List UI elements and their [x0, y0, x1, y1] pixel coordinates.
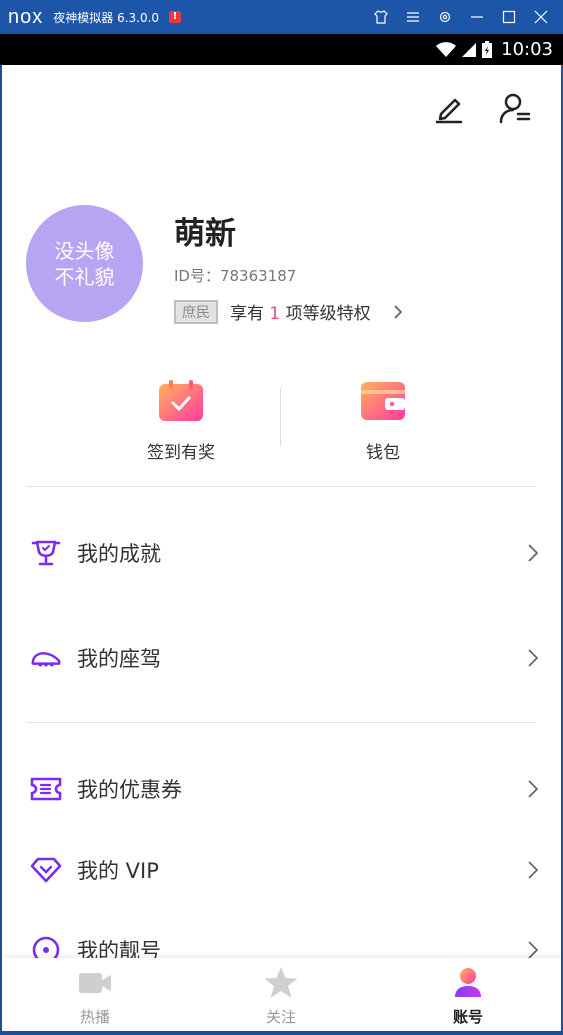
nav-hot-label: 热播: [79, 1008, 110, 1026]
star-icon: [231, 964, 331, 1002]
menu-icon[interactable]: [397, 0, 429, 34]
nav-account-label: 账号: [452, 1008, 483, 1026]
wallet-button[interactable]: 钱包: [303, 380, 463, 463]
vip-label: 我的 VIP: [77, 859, 159, 883]
privilege-suffix: 项等级特权: [285, 304, 371, 324]
warning-icon[interactable]: !: [169, 11, 182, 23]
rank-row[interactable]: 庶民 享有 1 项等级特权: [174, 299, 403, 324]
coupon-icon: [30, 773, 62, 805]
bottom-nav: 热播 关注 账号: [2, 958, 561, 1031]
skin-icon[interactable]: [365, 0, 397, 34]
menu-item-mount[interactable]: 我的座驾: [2, 628, 561, 688]
coupons-label: 我的优惠券: [77, 778, 182, 802]
avatar-text-line1: 没头像: [54, 238, 115, 263]
wallet-label: 钱包: [366, 443, 400, 463]
chevron-right-icon: [528, 941, 539, 959]
car-icon: [30, 642, 62, 674]
trophy-icon: [30, 537, 62, 569]
menu-item-coupons[interactable]: 我的优惠券: [2, 759, 561, 819]
chevron-right-icon: [528, 649, 539, 667]
top-actions: [431, 90, 533, 126]
nav-follow-label: 关注: [265, 1008, 296, 1026]
chevron-right-icon: [528, 861, 539, 879]
wallet-icon: [359, 380, 407, 422]
avatar-text-line2: 不礼貌: [54, 264, 115, 289]
privilege-prefix: 享有: [230, 304, 264, 324]
battery-icon: [482, 40, 493, 58]
nav-follow[interactable]: 关注: [231, 964, 331, 1027]
edit-icon[interactable]: [431, 90, 467, 126]
user-id: ID号：78363187: [174, 267, 297, 285]
android-status-bar: 10:03: [0, 34, 563, 65]
checkin-button[interactable]: 签到有奖: [101, 380, 261, 463]
user-icon: [418, 964, 518, 1002]
divider-2: [26, 722, 536, 723]
menu-item-vip[interactable]: 我的 VIP: [2, 840, 561, 900]
achievements-label: 我的成就: [77, 542, 161, 566]
signal-icon: [462, 42, 477, 57]
settings-icon[interactable]: [429, 0, 461, 34]
account-screen: 没头像 不礼貌 萌新 ID号：78363187 庶民 享有 1 项等级特权 签到…: [2, 65, 561, 1031]
wifi-icon: [436, 41, 457, 57]
rank-badge: 庶民: [174, 299, 218, 324]
video-camera-icon: [45, 964, 145, 1002]
quick-actions: 签到有奖 钱包: [2, 380, 561, 480]
diamond-icon: [30, 854, 62, 886]
status-time: 10:03: [501, 39, 553, 60]
privilege-count: 1: [269, 304, 281, 324]
quick-actions-divider: [280, 388, 281, 446]
minimize-icon[interactable]: [461, 0, 493, 34]
privilege-text: 享有 1 项等级特权: [230, 299, 371, 324]
mount-label: 我的座驾: [77, 647, 161, 671]
menu-item-achievements[interactable]: 我的成就: [2, 523, 561, 583]
switch-account-icon[interactable]: [497, 90, 533, 126]
chevron-right-icon: [394, 304, 402, 319]
nickname: 萌新: [174, 216, 236, 252]
window-controls: [365, 0, 557, 34]
divider-1: [26, 486, 536, 487]
chevron-right-icon: [528, 544, 539, 562]
nox-logo: nox: [8, 5, 44, 28]
checkin-label: 签到有奖: [147, 443, 215, 463]
emulator-title: 夜神模拟器 6.3.0.0: [53, 10, 160, 25]
close-icon[interactable]: [525, 0, 557, 34]
calendar-check-icon: [157, 380, 205, 422]
avatar[interactable]: 没头像 不礼貌: [26, 205, 143, 322]
maximize-icon[interactable]: [493, 0, 525, 34]
emulator-title-bar: nox 夜神模拟器 6.3.0.0 !: [0, 0, 563, 34]
nav-account[interactable]: 账号: [418, 964, 518, 1027]
nav-hot[interactable]: 热播: [45, 964, 145, 1027]
chevron-right-icon: [528, 780, 539, 798]
